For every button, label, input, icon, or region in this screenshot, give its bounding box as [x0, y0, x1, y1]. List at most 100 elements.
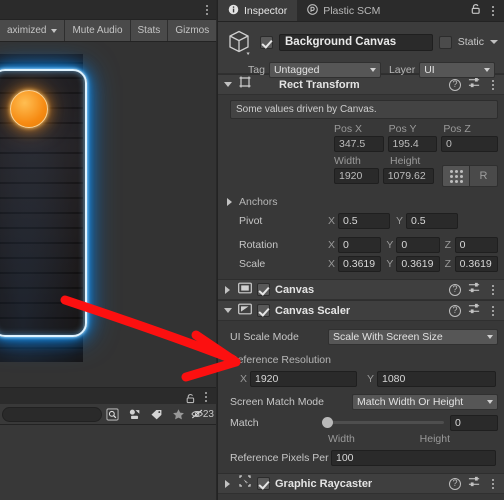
pos-y-field[interactable]: 195.4 — [387, 136, 437, 152]
height-field[interactable]: 1079.62 — [382, 168, 434, 184]
pos-z-column-header: Pos Z — [443, 123, 471, 135]
match-height-label: Height — [419, 432, 450, 445]
pivot-x-axis-label: X — [328, 214, 336, 227]
component-kebab-menu-icon[interactable] — [488, 304, 498, 317]
rotation-label: Rotation — [239, 238, 279, 251]
help-icon[interactable]: ? — [449, 78, 461, 91]
pos-z-field[interactable]: 0 — [441, 136, 499, 152]
rotation-x-axis-label: X — [328, 238, 336, 251]
project-search-toolbar: 23 — [0, 404, 216, 425]
gizmos-button[interactable]: Gizmos — [168, 20, 218, 41]
pivot-y-field[interactable]: 0.5 — [406, 212, 458, 229]
game-view-render-area[interactable] — [0, 42, 216, 387]
component-title-canvas-scaler: Canvas Scaler — [275, 304, 351, 317]
stats-label: Stats — [137, 25, 161, 36]
reference-resolution-y-field[interactable]: 1080 — [377, 370, 496, 387]
maximize-on-play-button[interactable]: aximized — [0, 20, 66, 41]
scale-y-field[interactable]: 0.3619 — [396, 255, 440, 272]
mute-audio-button[interactable]: Mute Audio — [65, 20, 131, 41]
rotation-x-field[interactable]: 0 — [338, 236, 382, 253]
rotation-y-field[interactable]: 0 — [396, 236, 440, 253]
screen-match-mode-dropdown[interactable]: Match Width Or Height — [352, 393, 498, 410]
anchors-foldout-icon[interactable] — [224, 197, 235, 206]
preset-icon[interactable] — [468, 76, 481, 94]
canvas-enabled-checkbox[interactable] — [257, 283, 270, 296]
help-icon[interactable]: ? — [449, 304, 461, 317]
help-icon[interactable]: ? — [449, 283, 461, 296]
game-view-kebab-menu-icon[interactable] — [202, 3, 212, 17]
graphic-raycaster-icon — [238, 474, 252, 493]
panel-footer-bar — [0, 387, 216, 404]
preset-icon[interactable] — [468, 302, 481, 320]
canvas-foldout-icon[interactable] — [222, 285, 233, 294]
lock-icon[interactable] — [470, 2, 482, 20]
height-value: 1079.62 — [387, 170, 426, 182]
preset-icon[interactable] — [468, 281, 481, 299]
panel-kebab-menu-icon[interactable] — [201, 391, 211, 402]
scale-x-field[interactable]: 0.3619 — [338, 255, 382, 272]
component-header-canvas-scaler[interactable]: Canvas Scaler ? — [218, 300, 504, 321]
gameobject-name-value: Background Canvas — [285, 36, 397, 48]
rotation-z-value: 0 — [459, 238, 466, 251]
favorites-star-icon[interactable] — [168, 404, 190, 425]
filter-by-type-icon[interactable] — [124, 404, 146, 425]
canvas-scaler-foldout-icon[interactable] — [222, 308, 233, 313]
graphic-raycaster-enabled-checkbox[interactable] — [257, 477, 270, 490]
filter-by-label-icon[interactable] — [146, 404, 168, 425]
scale-z-field[interactable]: 0.3619 — [454, 255, 498, 272]
chevron-down-icon — [484, 68, 491, 72]
ref-res-x-axis-label: X — [240, 372, 248, 385]
component-kebab-menu-icon[interactable] — [488, 283, 498, 296]
match-slider[interactable] — [322, 417, 444, 428]
canvas-scaler-enabled-checkbox[interactable] — [257, 304, 270, 317]
width-field[interactable]: 1920 — [334, 168, 379, 184]
static-dropdown-chevron-icon[interactable] — [490, 40, 498, 44]
rect-transform-foldout-icon[interactable] — [222, 82, 233, 87]
match-value-field[interactable]: 0 — [450, 414, 498, 431]
blueprint-mode-button[interactable]: R — [470, 165, 498, 187]
chevron-down-icon — [51, 28, 58, 33]
unity-editor-window: aximized Mute Audio Stats Gizmos 23 Insp… — [0, 0, 504, 500]
reference-resolution-x-field[interactable]: 1920 — [250, 370, 357, 387]
ui-scale-mode-dropdown[interactable]: Scale With Screen Size — [328, 328, 498, 345]
ref-res-y-axis-label: Y — [367, 372, 375, 385]
game-view-toolbar: aximized Mute Audio Stats Gizmos — [0, 20, 229, 42]
component-header-graphic-raycaster[interactable]: Graphic Raycaster ? — [218, 473, 504, 494]
gameobject-enabled-checkbox[interactable] — [260, 35, 273, 49]
screen-match-mode-label: Screen Match Mode — [230, 395, 324, 408]
rotation-y-value: 0 — [401, 238, 408, 251]
chevron-down-icon — [487, 334, 493, 339]
stats-button[interactable]: Stats — [130, 20, 169, 41]
rotation-y-axis-label: Y — [386, 238, 394, 251]
component-kebab-menu-icon[interactable] — [488, 78, 498, 91]
ui-scale-mode-value: Scale With Screen Size — [333, 330, 443, 343]
static-checkbox[interactable] — [438, 35, 452, 49]
gameobject-name-field[interactable]: Background Canvas — [279, 33, 433, 51]
inspector-kebab-menu-icon[interactable] — [488, 4, 498, 17]
rect-transform-helpbox: Some values driven by Canvas. — [230, 100, 498, 119]
scale-z-value: 0.3619 — [459, 257, 492, 270]
component-header-canvas[interactable]: Canvas ? — [218, 279, 504, 300]
pos-z-value: 0 — [446, 138, 452, 150]
layer-dropdown[interactable]: UI — [419, 62, 496, 78]
component-kebab-menu-icon[interactable] — [488, 477, 498, 490]
search-in-scene-icon[interactable] — [102, 404, 124, 425]
rotation-z-field[interactable]: 0 — [454, 236, 498, 253]
search-input[interactable] — [2, 406, 102, 422]
tag-dropdown[interactable]: Untagged — [268, 62, 381, 78]
ui-scale-mode-label: UI Scale Mode — [230, 330, 299, 343]
match-slider-handle[interactable] — [322, 417, 333, 428]
tab-inspector[interactable]: Inspector — [218, 0, 298, 21]
graphic-raycaster-foldout-icon[interactable] — [222, 479, 233, 488]
pos-x-field[interactable]: 347.5 — [334, 136, 384, 152]
reference-pixels-field[interactable]: 100 — [331, 449, 496, 466]
anchor-preset-icon[interactable] — [442, 165, 470, 187]
component-title-rect-transform: Rect Transform — [279, 78, 360, 91]
help-icon[interactable]: ? — [449, 477, 461, 490]
inspector-tab-bar: Inspector Plastic SCM — [218, 0, 504, 22]
tab-plastic-scm[interactable]: Plastic SCM — [297, 0, 390, 21]
game-view-top-bar — [0, 0, 216, 20]
preset-icon[interactable] — [468, 475, 481, 493]
pivot-x-field[interactable]: 0.5 — [338, 212, 390, 229]
tag-value: Untagged — [273, 64, 320, 76]
